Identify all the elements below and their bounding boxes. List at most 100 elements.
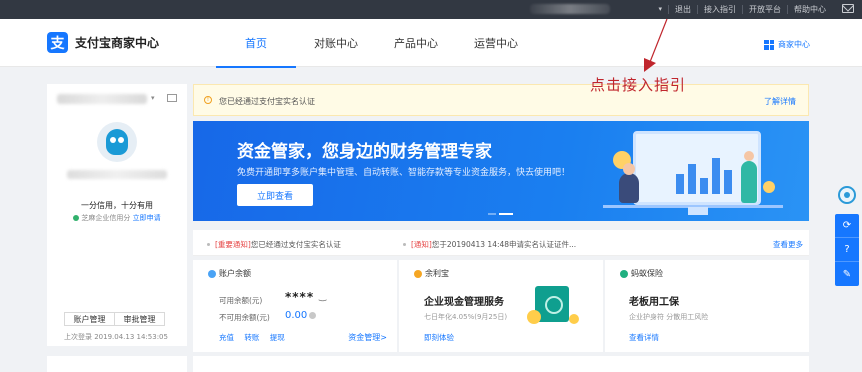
account-management-button[interactable]: 账户管理 xyxy=(64,312,115,326)
bullet-icon xyxy=(207,243,210,246)
avatar xyxy=(97,122,137,162)
notification-row: [重要通知]您已经通过支付宝实名认证 [通知]您于20190413 14:48申… xyxy=(193,230,809,256)
apps-grid-icon xyxy=(764,39,774,50)
credit-slogan: 一分信用，十分有用 xyxy=(81,201,153,210)
help-icon[interactable] xyxy=(309,312,316,319)
balance-card: 账户余额 可用余额(元) **** ‿ 不可用余额(元) 0.00 充值 转账 … xyxy=(193,260,397,352)
unavailable-value[interactable]: 0.00 xyxy=(285,310,307,321)
unavailable-label: 不可用余额(元) xyxy=(219,313,270,322)
info-icon: ! xyxy=(204,96,212,104)
banner-illustration-person xyxy=(741,151,757,203)
yulibao-headline: 企业现金管理服务 xyxy=(424,297,504,308)
assistant-bot-icon[interactable] xyxy=(835,182,859,208)
annotation-text: 点击接入指引 xyxy=(590,76,687,94)
banner-subtitle: 免费开通即享多账户集中管理、自动转账、智能存款等专业资金服务，快去使用吧！ xyxy=(237,168,571,178)
recharge-link[interactable]: 充值 xyxy=(219,333,234,342)
sidebar-lower-panel xyxy=(47,356,187,372)
eye-toggle-icon[interactable]: ‿ xyxy=(319,292,326,302)
account-name-redacted[interactable] xyxy=(530,4,610,14)
card-header: 蚂蚁保险 xyxy=(620,268,663,279)
customer-service-icon[interactable]: ⟳ xyxy=(835,214,859,238)
insurance-headline: 老板用工保 xyxy=(629,297,679,308)
card-title: 账户余额 xyxy=(219,269,251,278)
insurance-desc: 企业护身符 分散用工风险 xyxy=(629,313,709,321)
faq-icon[interactable]: ? xyxy=(835,238,859,262)
credit-score-line: 芝麻企业信用分 立即申请 xyxy=(47,213,187,223)
lower-panel xyxy=(193,356,809,372)
promo-banner[interactable]: 资金管家，您身边的财务管理专家 免费开通即享多账户集中管理、自动转账、智能存款等… xyxy=(193,121,809,221)
fund-management-link[interactable]: 资金管理> xyxy=(348,332,387,343)
yulibao-rate: 七日年化4.05%(9月25日) xyxy=(424,313,508,321)
floating-tools: ⟳ ? ✎ xyxy=(835,214,859,286)
insurance-card: 蚂蚁保险 老板用工保 企业护身符 分散用工风险 查看详情 xyxy=(605,260,809,352)
balance-actions: 充值 转账 提现 xyxy=(219,332,293,343)
verification-notice: ! 您已经通过支付宝实名认证 了解详情 xyxy=(193,84,809,116)
ant-mascot-icon xyxy=(106,129,128,155)
apply-now-link[interactable]: 立即申请 xyxy=(133,214,161,222)
notification-item[interactable]: [重要通知]您已经通过支付宝实名认证 xyxy=(207,239,341,250)
approval-management-button[interactable]: 审批管理 xyxy=(114,312,165,326)
card-title: 余利宝 xyxy=(425,269,449,278)
carousel-dot-active[interactable] xyxy=(499,213,513,215)
banner-title: 资金管家，您身边的财务管理专家 xyxy=(237,142,492,162)
feedback-icon[interactable]: ✎ xyxy=(835,262,859,286)
merchant-name-redacted xyxy=(67,170,167,179)
view-now-button[interactable]: 立即查看 xyxy=(237,184,313,206)
tab-products[interactable]: 产品中心 xyxy=(376,19,456,67)
access-guide-link[interactable]: 接入指引 xyxy=(697,5,742,14)
credit-label: 芝麻企业信用分 xyxy=(81,214,131,222)
top-bar: ▾ 退出 接入指引 开放平台 帮助中心 xyxy=(0,0,862,19)
view-more-link[interactable]: 查看更多 xyxy=(773,239,803,250)
logout-link[interactable]: 退出 xyxy=(668,5,697,14)
tab-reconciliation[interactable]: 对账中心 xyxy=(296,19,376,67)
coin-icon xyxy=(569,314,579,324)
mail-icon[interactable] xyxy=(842,4,854,13)
banner-illustration-stand xyxy=(688,207,708,215)
card-title: 蚂蚁保险 xyxy=(631,269,663,278)
alipay-logo-icon: 支 xyxy=(47,32,68,53)
account-caret-icon[interactable]: ▾ xyxy=(658,5,668,14)
tab-operations[interactable]: 运营中心 xyxy=(456,19,536,67)
notification-text: 您已经通过支付宝实名认证 xyxy=(250,240,341,249)
account-sidebar: ▾ 一分信用，十分有用 芝麻企业信用分 立即申请 账户管理 审批管理 上次登录 … xyxy=(47,84,187,346)
merchant-center-label: 商家中心 xyxy=(778,40,810,49)
shield-icon xyxy=(620,269,628,278)
notification-text: 您于20190413 14:48申请实名认证证件... xyxy=(431,240,577,249)
top-links: ▾ 退出 接入指引 开放平台 帮助中心 xyxy=(658,0,832,19)
notification-item[interactable]: [通知]您于20190413 14:48申请实名认证证件... xyxy=(403,239,576,250)
view-details-link[interactable]: 查看详情 xyxy=(629,332,659,343)
account-dropdown-icon[interactable]: ▾ xyxy=(151,94,155,102)
banner-illustration-person xyxy=(619,163,639,203)
yulibao-icon xyxy=(414,269,422,278)
merchant-center-link[interactable]: 商家中心 xyxy=(764,39,810,50)
card-icon[interactable] xyxy=(167,94,177,102)
coin-icon xyxy=(763,181,775,193)
bullet-icon xyxy=(403,243,406,246)
tab-home[interactable]: 首页 xyxy=(216,19,296,68)
sidebar-buttons: 账户管理 审批管理 xyxy=(64,312,165,326)
notification-tag: [通知] xyxy=(411,240,432,249)
last-login: 上次登录 2019.04.13 14:53:05 xyxy=(64,333,168,341)
yulibao-card: 余利宝 企业现金管理服务 七日年化4.05%(9月25日) 即刻体验 xyxy=(399,260,603,352)
notice-text: 您已经通过支付宝实名认证 xyxy=(219,97,315,106)
main-nav: 首页 对账中心 产品中心 运营中心 xyxy=(216,19,536,68)
notification-tag: [重要通知] xyxy=(215,240,251,249)
help-center-link[interactable]: 帮助中心 xyxy=(787,5,832,14)
logo[interactable]: 支 支付宝商家中心 xyxy=(47,32,159,53)
card-header: 账户余额 xyxy=(208,268,251,279)
carousel-dots[interactable] xyxy=(488,213,513,215)
card-header: 余利宝 xyxy=(414,268,449,279)
available-label: 可用余额(元) xyxy=(219,296,263,305)
available-value: **** xyxy=(285,290,315,304)
try-now-link[interactable]: 即刻体验 xyxy=(424,332,454,343)
account-id-redacted xyxy=(57,94,147,104)
transfer-link[interactable]: 转账 xyxy=(244,333,259,342)
learn-more-link[interactable]: 了解详情 xyxy=(764,96,796,107)
carousel-dot[interactable] xyxy=(488,213,496,215)
sesame-icon xyxy=(73,215,80,221)
coin-icon xyxy=(527,310,541,324)
main-header: 支 支付宝商家中心 首页 对账中心 产品中心 运营中心 商家中心 xyxy=(0,19,862,68)
withdraw-link[interactable]: 提现 xyxy=(270,333,285,342)
balance-icon xyxy=(208,269,216,278)
open-platform-link[interactable]: 开放平台 xyxy=(742,5,787,14)
